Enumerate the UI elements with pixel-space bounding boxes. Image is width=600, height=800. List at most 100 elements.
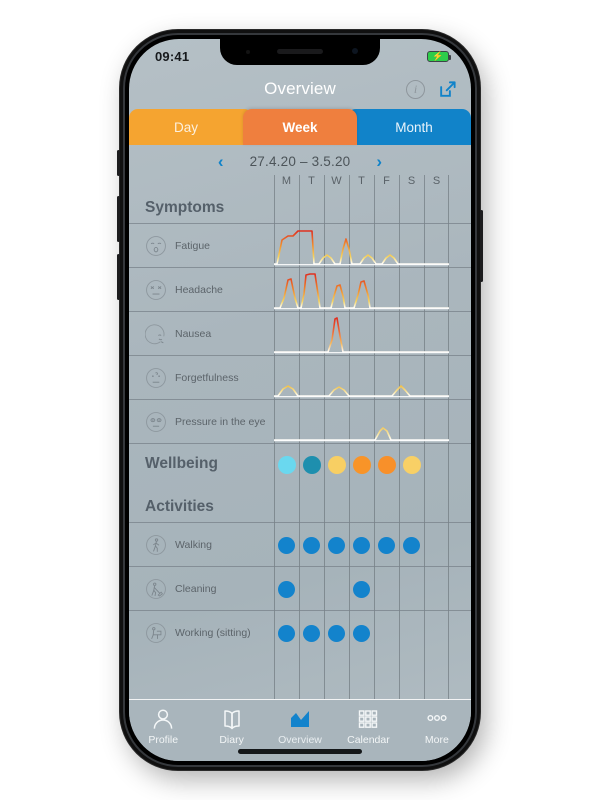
share-export-icon[interactable] — [438, 80, 457, 99]
date-navigation: ‹ 27.4.20 – 3.5.20 › — [129, 147, 471, 175]
info-icon[interactable]: i — [406, 79, 425, 99]
face-nausea-icon — [144, 323, 167, 345]
activity-cell[interactable] — [399, 625, 424, 642]
activity-cell[interactable] — [424, 537, 449, 554]
activity-cell[interactable] — [399, 581, 424, 598]
activity-dot — [353, 536, 370, 554]
activity-label: Cleaning — [175, 582, 217, 595]
tabbar-label: More — [424, 734, 449, 746]
bolt-glyph: ⚡ — [432, 50, 444, 61]
tabbar-label: Diary — [219, 734, 244, 746]
period-segmented-control: Day Week Month — [129, 109, 471, 145]
date-range-label: 27.4.20 – 3.5.20 — [249, 153, 351, 169]
activity-dot-empty — [378, 581, 395, 598]
symptom-row-nausea[interactable]: Nausea — [129, 311, 471, 355]
activity-cell[interactable] — [324, 581, 349, 598]
wellbeing-cell[interactable] — [274, 456, 299, 474]
tabbar-item-more[interactable]: More — [403, 707, 471, 746]
symptom-chart-forgetfulness — [274, 356, 449, 400]
symptom-row-forgetfulness[interactable]: Forgetfulness — [129, 355, 471, 399]
volume-down-button[interactable] — [117, 254, 120, 300]
overview-scroll-area[interactable]: M T W T F S S Symptoms Fatigue Headache … — [129, 175, 471, 699]
symptom-row-fatigue[interactable]: Fatigue — [129, 223, 471, 267]
activity-dot-empty — [403, 625, 420, 642]
wellbeing-dot — [402, 456, 421, 474]
symptom-label-wrap: Forgetfulness — [129, 367, 274, 389]
tabbar-item-overview[interactable]: Overview — [266, 707, 334, 746]
activity-cell[interactable] — [274, 536, 299, 554]
face-eye-pressure-icon — [145, 411, 167, 433]
activity-cell[interactable] — [399, 536, 424, 554]
day-header-thu: T — [358, 175, 365, 187]
activity-dot-row — [274, 567, 449, 611]
proximity-sensor-icon — [246, 50, 250, 54]
activity-cell[interactable] — [374, 536, 399, 554]
activity-cell[interactable] — [299, 624, 324, 642]
home-indicator[interactable] — [238, 749, 362, 754]
symptom-row-pressure-in-the-eye[interactable]: Pressure in the eye — [129, 399, 471, 443]
activity-cell[interactable] — [274, 624, 299, 642]
day-header-sun: S — [432, 175, 441, 187]
day-column-headers: M T W T F S S — [274, 175, 449, 195]
wellbeing-cell[interactable] — [374, 456, 399, 474]
chevron-right-icon[interactable]: › — [372, 153, 386, 170]
symptom-label: Headache — [175, 283, 223, 296]
power-button[interactable] — [480, 210, 483, 282]
wellbeing-dot — [327, 456, 346, 474]
activity-cell[interactable] — [324, 536, 349, 554]
person-walking-icon — [145, 534, 167, 556]
book-icon — [219, 707, 245, 731]
activity-cell[interactable] — [424, 581, 449, 598]
activity-cell[interactable] — [424, 625, 449, 642]
activity-dot — [278, 580, 295, 598]
wellbeing-cell[interactable] — [324, 456, 349, 474]
activity-dot — [303, 624, 320, 642]
symptom-label: Nausea — [175, 327, 212, 340]
chart-icon — [287, 707, 313, 731]
tab-week[interactable]: Week — [243, 109, 357, 145]
symptom-chart-nausea — [274, 312, 449, 356]
volume-up-button[interactable] — [117, 196, 120, 242]
symptom-row-headache[interactable]: Headache — [129, 267, 471, 311]
day-header-fri: F — [383, 175, 390, 187]
wellbeing-cell[interactable] — [349, 456, 374, 474]
tab-day[interactable]: Day — [129, 109, 253, 145]
activity-row-cleaning[interactable]: Cleaning — [129, 566, 471, 610]
symptom-label: Forgetfulness — [175, 371, 239, 384]
activity-row-walking[interactable]: Walking — [129, 522, 471, 566]
activity-cell[interactable] — [324, 624, 349, 642]
activity-cell[interactable] — [274, 580, 299, 598]
earpiece-speaker — [277, 49, 323, 54]
activity-row-working-sitting[interactable]: Working (sitting) — [129, 610, 471, 654]
activity-dot — [328, 536, 345, 554]
tab-month[interactable]: Month — [347, 109, 471, 145]
activity-cell[interactable] — [349, 580, 374, 598]
phone-screen: 09:41 ⚡ Overview i Day Week Month ‹ 27.4… — [129, 39, 471, 761]
tabbar-item-profile[interactable]: Profile — [129, 707, 197, 746]
chevron-left-icon[interactable]: ‹ — [214, 153, 228, 170]
activity-cell[interactable] — [349, 624, 374, 642]
wellbeing-cell[interactable] — [299, 456, 324, 474]
phone-frame: 09:41 ⚡ Overview i Day Week Month ‹ 27.4… — [117, 30, 483, 770]
person-icon — [150, 707, 176, 731]
activity-dot — [328, 624, 345, 642]
face-headache-icon — [145, 279, 167, 301]
activity-cell[interactable] — [299, 581, 324, 598]
activity-dot-empty — [403, 581, 420, 598]
activity-cell[interactable] — [374, 625, 399, 642]
activity-label-wrap: Walking — [129, 534, 274, 556]
activity-dot — [353, 580, 370, 598]
tabbar-item-diary[interactable]: Diary — [197, 707, 265, 746]
activity-rows: Walking Cleaning Working (sitting) — [129, 522, 471, 654]
person-sitting-icon — [145, 622, 167, 644]
mute-switch[interactable] — [117, 150, 120, 176]
wellbeing-cell[interactable] — [399, 456, 424, 474]
activity-cell[interactable] — [299, 536, 324, 554]
day-header-sat: S — [407, 175, 416, 187]
notch — [220, 39, 380, 65]
navigation-bar: Overview i — [129, 69, 471, 109]
activity-cell[interactable] — [374, 581, 399, 598]
symptom-label-wrap: Pressure in the eye — [129, 411, 274, 433]
activity-cell[interactable] — [349, 536, 374, 554]
tabbar-item-calendar[interactable]: Calendar — [334, 707, 402, 746]
